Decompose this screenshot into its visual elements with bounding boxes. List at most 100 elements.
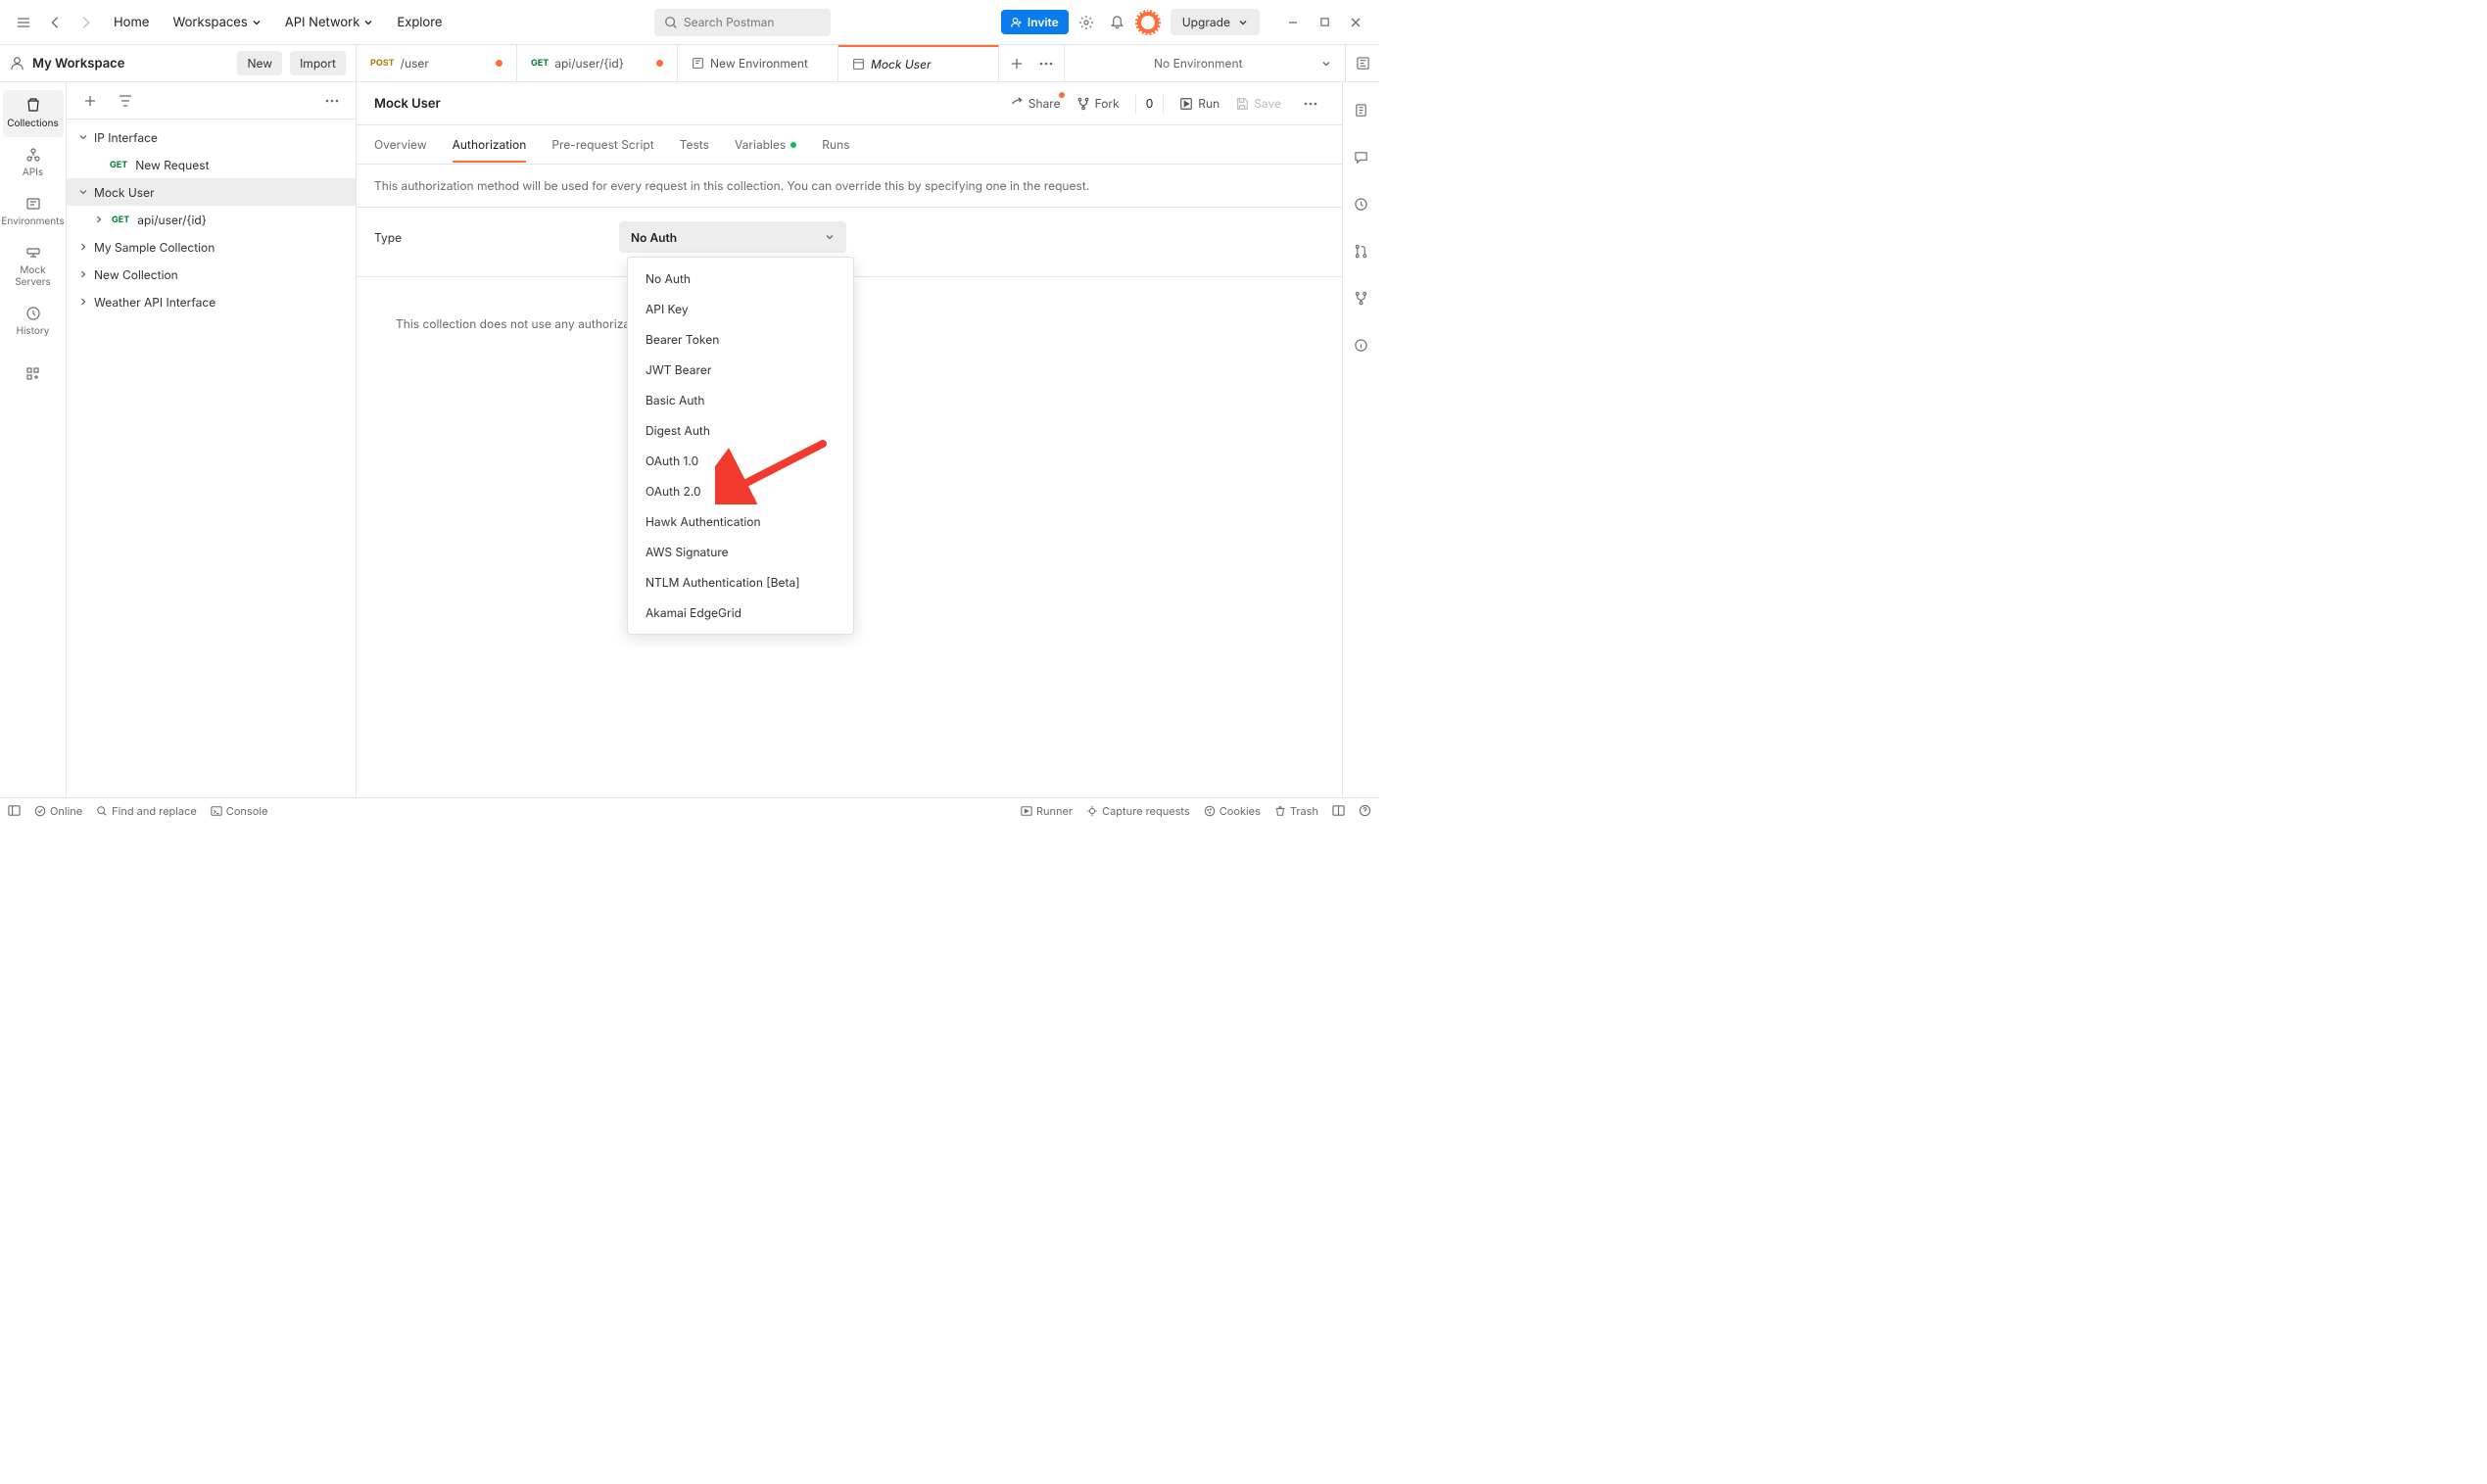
subtab-prerequest[interactable]: Pre-request Script [551, 127, 653, 162]
create-new-icon[interactable] [76, 87, 104, 115]
subtab-runs[interactable]: Runs [822, 127, 849, 162]
dd-oauth1[interactable]: OAuth 1.0 [628, 446, 853, 476]
environment-icon [692, 57, 704, 70]
fork-rail-icon[interactable] [1348, 284, 1375, 311]
console-toggle[interactable]: Console [211, 804, 268, 818]
rail-history[interactable]: History [3, 298, 64, 345]
dd-api-key[interactable]: API Key [628, 294, 853, 324]
find-replace[interactable]: Find and replace [96, 804, 197, 818]
nav-explore[interactable]: Explore [387, 9, 452, 36]
settings-icon[interactable] [1073, 9, 1100, 36]
share-label: Share [1028, 96, 1061, 111]
dd-hawk[interactable]: Hawk Authentication [628, 506, 853, 537]
user-avatar[interactable] [1135, 10, 1161, 35]
new-tab-icon[interactable] [1007, 54, 1027, 73]
subtab-variables[interactable]: Variables [735, 127, 796, 162]
rail-apis[interactable]: APIs [3, 139, 64, 186]
env-quicklook-icon[interactable] [1346, 45, 1379, 81]
info-icon[interactable] [1348, 331, 1375, 359]
nav-explore-label: Explore [397, 15, 442, 30]
window-close-icon[interactable] [1342, 9, 1369, 36]
tree-folder-mock-user[interactable]: Mock User [67, 178, 356, 206]
global-search[interactable]: Search Postman [654, 9, 831, 36]
capture-requests[interactable]: Capture requests [1086, 804, 1190, 818]
tree-label: New Collection [94, 267, 178, 282]
tree-folder-ip-interface[interactable]: IP Interface [67, 123, 356, 151]
sidebar-options-icon[interactable] [318, 87, 346, 115]
history-icon [25, 306, 41, 321]
filter-icon[interactable] [112, 87, 139, 115]
main-options-icon[interactable] [1297, 90, 1324, 118]
rail-mock-servers[interactable]: Mock Servers [3, 237, 64, 296]
two-pane-icon[interactable] [1332, 804, 1345, 817]
auth-type-select[interactable]: No Auth [619, 221, 846, 253]
tab-new-environment[interactable]: New Environment [678, 45, 838, 81]
trash-link[interactable]: Trash [1274, 804, 1318, 818]
dd-jwt[interactable]: JWT Bearer [628, 355, 853, 385]
tree-folder-weather[interactable]: Weather API Interface [67, 288, 356, 315]
sidebar-toggle-icon[interactable] [8, 804, 21, 817]
help-icon[interactable] [1359, 804, 1371, 817]
hamburger-icon[interactable] [10, 9, 37, 36]
unsaved-indicator-icon [1059, 92, 1065, 98]
dd-akamai[interactable]: Akamai EdgeGrid [628, 598, 853, 628]
nav-api-network[interactable]: API Network [275, 9, 384, 36]
runner-link[interactable]: Runner [1021, 804, 1073, 818]
runner-label: Runner [1036, 804, 1073, 818]
console-label: Console [226, 804, 268, 818]
nav-workspaces[interactable]: Workspaces [163, 9, 270, 36]
changelog-icon[interactable] [1348, 190, 1375, 217]
tree-label: IP Interface [94, 130, 158, 145]
dd-aws[interactable]: AWS Signature [628, 537, 853, 567]
nav-back-icon[interactable] [41, 9, 69, 36]
tree-folder-sample[interactable]: My Sample Collection [67, 233, 356, 261]
dd-basic[interactable]: Basic Auth [628, 385, 853, 415]
tree-folder-new-collection[interactable]: New Collection [67, 261, 356, 288]
workspace-header: My Workspace New Import [0, 45, 357, 81]
online-status[interactable]: Online [34, 804, 82, 818]
rail-collections[interactable]: Collections [3, 90, 64, 137]
dd-oauth2[interactable]: OAuth 2.0 [628, 476, 853, 506]
tree-label: Weather API Interface [94, 295, 215, 310]
notifications-icon[interactable] [1104, 9, 1131, 36]
docs-icon[interactable] [1348, 96, 1375, 123]
tab-options-icon[interactable] [1036, 54, 1056, 73]
pull-request-icon[interactable] [1348, 237, 1375, 264]
fork-button[interactable]: Fork [1076, 96, 1120, 111]
tree-request-api-user-id[interactable]: GET api/user/{id} [67, 206, 356, 233]
window-minimize-icon[interactable] [1279, 9, 1307, 36]
dd-digest[interactable]: Digest Auth [628, 415, 853, 446]
online-label: Online [50, 804, 82, 818]
save-button[interactable]: Save [1235, 96, 1281, 111]
environment-selector[interactable]: No Environment [1140, 45, 1346, 81]
nav-forward-icon[interactable] [72, 9, 100, 36]
fork-count: 0 [1135, 94, 1165, 114]
nav-home[interactable]: Home [104, 9, 159, 36]
tree-request-new-request[interactable]: GET New Request [67, 151, 356, 178]
import-button[interactable]: Import [290, 51, 346, 75]
collection-icon [852, 58, 865, 71]
rail-configure[interactable] [3, 360, 64, 388]
cookies-link[interactable]: Cookies [1204, 804, 1261, 818]
subtab-authorization[interactable]: Authorization [453, 127, 527, 162]
run-label: Run [1198, 96, 1220, 111]
rail-environments[interactable]: Environments [3, 188, 64, 235]
subtab-overview[interactable]: Overview [374, 127, 427, 162]
new-button[interactable]: New [237, 51, 282, 75]
dd-no-auth[interactable]: No Auth [628, 263, 853, 294]
dd-bearer[interactable]: Bearer Token [628, 324, 853, 355]
dd-ntlm[interactable]: NTLM Authentication [Beta] [628, 567, 853, 598]
window-maximize-icon[interactable] [1311, 9, 1338, 36]
comments-icon[interactable] [1348, 143, 1375, 170]
subtab-tests[interactable]: Tests [680, 127, 709, 162]
share-button[interactable]: Share [1010, 96, 1061, 111]
run-button[interactable]: Run [1179, 96, 1220, 111]
invite-button[interactable]: Invite [1001, 10, 1069, 34]
tab-post-user[interactable]: POST /user [357, 45, 517, 81]
upgrade-button[interactable]: Upgrade [1171, 9, 1260, 35]
chevron-down-icon [76, 132, 90, 142]
fork-label: Fork [1095, 96, 1120, 111]
tab-get-user-id[interactable]: GET api/user/{id} [517, 45, 678, 81]
tab-mock-user[interactable]: Mock User [838, 45, 999, 81]
auth-type-dropdown: No Auth API Key Bearer Token JWT Bearer … [627, 257, 854, 635]
